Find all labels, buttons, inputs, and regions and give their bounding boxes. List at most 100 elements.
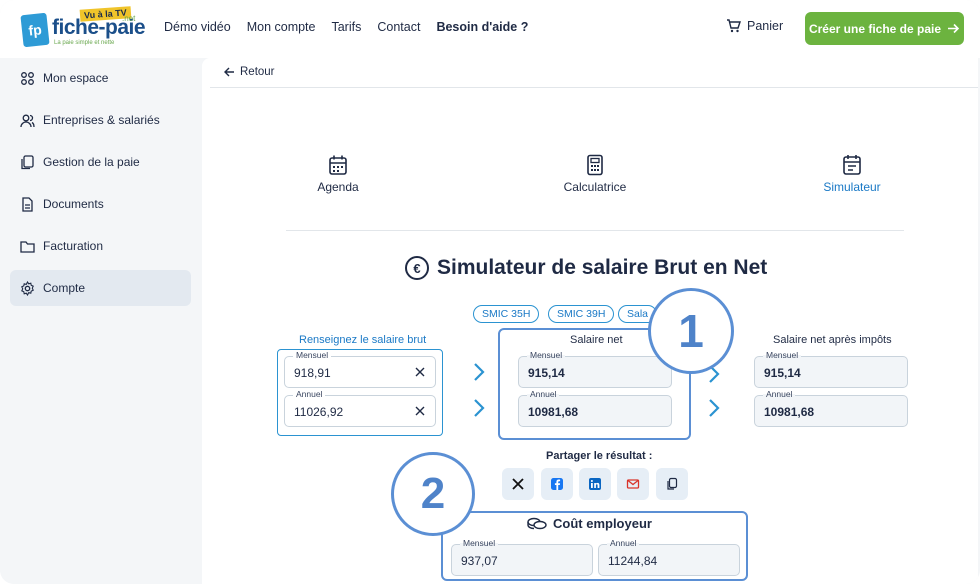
employer-cost-monthly-field: Mensuel 937,07	[451, 538, 593, 576]
linkedin-icon	[589, 478, 601, 490]
sidebar-item-label: Facturation	[43, 239, 104, 253]
calculator-icon	[587, 154, 603, 176]
brut-label: Renseignez le salaire brut	[299, 334, 427, 346]
employer-cost-annual-value: 11244,84	[608, 554, 658, 568]
document-icon	[22, 196, 33, 212]
coins-icon	[527, 517, 547, 529]
logo-mark: fp	[20, 12, 50, 48]
brut-annual-value: 11026,92	[294, 405, 344, 419]
users-icon	[20, 114, 35, 127]
employer-cost-monthly-value: 937,07	[461, 554, 498, 568]
net-after-tax-annual-value: 10981,68	[764, 405, 815, 419]
tool-label: Calculatrice	[563, 180, 627, 194]
tool-label: Agenda	[317, 180, 359, 194]
facebook-icon	[551, 478, 563, 490]
sidebar-item-label: Mon espace	[43, 71, 109, 85]
x-icon	[512, 478, 524, 490]
sidebar-item-entreprises[interactable]: Entreprises & salariés	[10, 102, 191, 138]
field-label: Mensuel	[293, 350, 332, 360]
sidebar-item-label: Documents	[43, 197, 104, 211]
brut-monthly-value: 918,91	[294, 366, 331, 380]
cart-link[interactable]: Panier	[726, 19, 783, 33]
sidebar-item-facturation[interactable]: Facturation	[10, 228, 191, 264]
callout-badge-2: 2	[391, 452, 475, 536]
net-annual-value: 10981,68	[528, 405, 579, 419]
chip-smic-35h[interactable]: SMIC 35H	[473, 305, 540, 323]
field-label: Annuel	[763, 389, 796, 399]
field-label: Annuel	[293, 389, 326, 399]
nav-demo-video[interactable]: Démo vidéo	[164, 20, 231, 34]
divider	[210, 87, 978, 88]
tool-label: Simulateur	[823, 180, 881, 194]
arrow-left-icon	[224, 67, 234, 77]
field-label: Mensuel	[527, 350, 566, 360]
simulator-icon	[843, 155, 861, 175]
share-copy-button[interactable]	[656, 468, 688, 500]
folder-icon	[20, 240, 35, 253]
site-logo[interactable]: fp fiche-paie Vu à la TV .net La paie si…	[20, 6, 147, 50]
cart-label: Panier	[747, 19, 784, 33]
main-content: Retour Agenda Calculatrice Simulateur € …	[202, 58, 978, 584]
top-header: fp fiche-paie Vu à la TV .net La paie si…	[0, 0, 980, 58]
employer-cost-title-text: Coût employeur	[553, 516, 652, 531]
chevron-right-icon	[474, 363, 485, 381]
sidebar-item-label: Gestion de la paie	[43, 155, 140, 169]
clear-icon[interactable]	[413, 404, 427, 418]
app-frame: fp fiche-paie Vu à la TV .net La paie si…	[0, 0, 980, 584]
logo-tagline: La paie simple et nette	[54, 40, 115, 46]
grid-icon	[21, 71, 34, 85]
net-monthly-field: Mensuel 915,14	[518, 350, 672, 388]
create-payslip-label: Créer une fiche de paie	[808, 21, 942, 36]
mail-icon	[626, 479, 640, 489]
chevron-right-icon	[709, 399, 720, 417]
sidebar-item-gestion-paie[interactable]: Gestion de la paie	[10, 144, 191, 180]
chevron-right-icon	[474, 399, 485, 417]
euro-icon: €	[405, 256, 429, 280]
net-after-tax-monthly-value: 915,14	[764, 366, 801, 380]
logo-net: .net	[122, 14, 136, 23]
share-label: Partager le résultat :	[546, 450, 653, 462]
copy-icon	[667, 477, 678, 490]
net-after-tax-monthly-field: Mensuel 915,14	[754, 350, 908, 388]
field-label: Annuel	[527, 389, 560, 399]
field-label: Mensuel	[763, 350, 802, 360]
tool-calculatrice[interactable]: Calculatrice	[545, 154, 645, 194]
sidebar: Mon espace Entreprises & salariés Gestio…	[0, 58, 202, 584]
chip-smic-39h[interactable]: SMIC 39H	[548, 305, 615, 323]
callout-badge-1: 1	[648, 288, 734, 374]
gear-icon	[21, 280, 34, 296]
main-nav: Démo vidéo Mon compte Tarifs Contact Bes…	[164, 20, 528, 34]
nav-besoin-aide[interactable]: Besoin d'aide ?	[436, 20, 528, 34]
arrow-right-icon	[948, 23, 960, 34]
employer-cost-title: Coût employeur	[527, 516, 652, 531]
nav-tarifs[interactable]: Tarifs	[331, 20, 361, 34]
share-mail-button[interactable]	[617, 468, 649, 500]
brut-annual-field[interactable]: Annuel 11026,92	[284, 389, 436, 427]
nav-mon-compte[interactable]: Mon compte	[247, 20, 316, 34]
share-facebook-button[interactable]	[541, 468, 573, 500]
sidebar-item-label: Compte	[43, 281, 86, 295]
back-label: Retour	[240, 66, 275, 78]
employer-cost-annual-field: Annuel 11244,84	[598, 538, 740, 576]
nav-contact[interactable]: Contact	[377, 20, 420, 34]
sidebar-item-label: Entreprises & salariés	[43, 113, 160, 127]
page-title-text: Simulateur de salaire Brut en Net	[437, 256, 768, 279]
net-annual-field: Annuel 10981,68	[518, 389, 672, 427]
sidebar-item-documents[interactable]: Documents	[10, 186, 191, 222]
share-x-button[interactable]	[502, 468, 534, 500]
back-link[interactable]: Retour	[224, 66, 275, 78]
sidebar-item-compte[interactable]: Compte	[10, 270, 191, 306]
tool-simulateur[interactable]: Simulateur	[802, 154, 902, 194]
create-payslip-button[interactable]: Créer une fiche de paie	[805, 12, 964, 45]
net-after-tax-annual-field: Annuel 10981,68	[754, 389, 908, 427]
divider	[286, 230, 904, 231]
sidebar-item-mon-espace[interactable]: Mon espace	[10, 60, 191, 96]
tool-agenda[interactable]: Agenda	[288, 154, 388, 194]
cart-icon	[727, 19, 741, 33]
share-linkedin-button[interactable]	[579, 468, 611, 500]
net-after-tax-label: Salaire net après impôts	[773, 334, 892, 346]
file-copy-icon	[21, 154, 34, 169]
brut-monthly-field[interactable]: Mensuel 918,91	[284, 350, 436, 388]
field-label: Annuel	[607, 538, 640, 548]
clear-icon[interactable]	[413, 365, 427, 379]
